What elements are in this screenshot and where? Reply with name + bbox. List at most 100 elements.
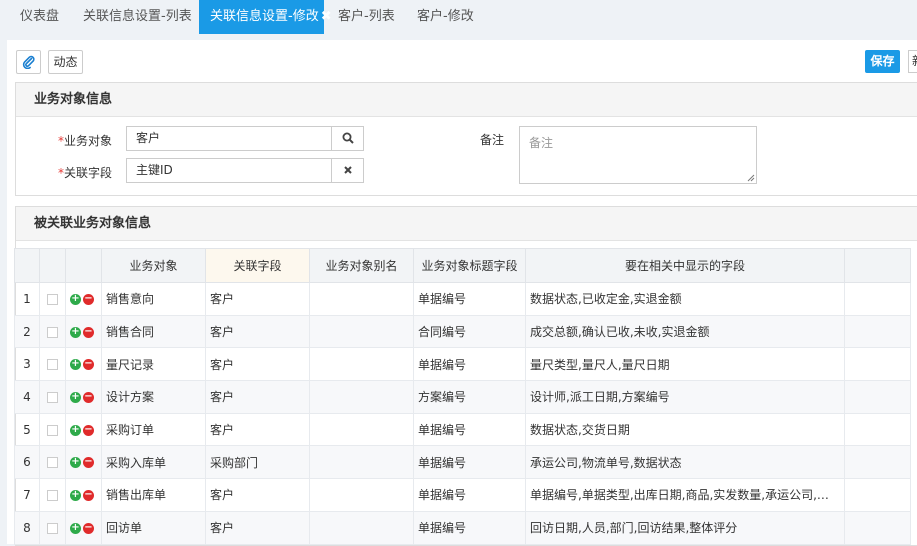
cell-field[interactable]: 采购部门 — [205, 445, 310, 480]
tab-customer-list[interactable]: 客户-列表 — [338, 0, 395, 34]
row-select[interactable] — [39, 445, 66, 480]
add-row-icon[interactable]: + — [70, 293, 81, 305]
cell-display-fields[interactable]: 回访日期,人员,部门,回访结果,整体评分 — [525, 510, 845, 545]
search-button[interactable] — [331, 127, 363, 150]
row-checkbox[interactable] — [47, 457, 58, 469]
cell-title-field[interactable]: 单据编号 — [413, 282, 526, 316]
clear-button[interactable] — [331, 159, 363, 182]
table-row[interactable]: 3 + − 量尺记录 客户 单据编号 量尺类型,量尺人,量尺日期 — [14, 347, 911, 382]
add-row-icon[interactable]: + — [70, 522, 81, 534]
row-checkbox[interactable] — [47, 359, 58, 371]
cell-alias[interactable] — [309, 347, 414, 382]
table-row[interactable]: 2 + − 销售合同 客户 合同编号 成交总额,确认已收,未收,实退金额 — [14, 314, 911, 349]
cell-field[interactable]: 客户 — [205, 314, 310, 349]
remove-row-icon[interactable]: − — [83, 293, 94, 305]
column-header-title-field[interactable]: 业务对象标题字段 — [413, 248, 526, 283]
cell-alias[interactable] — [309, 380, 414, 414]
resize-grip-icon[interactable] — [747, 174, 755, 182]
tab-relation-edit[interactable]: 关联信息设置-修改 ✖ — [199, 0, 332, 34]
row-checkbox[interactable] — [47, 391, 58, 403]
save-button[interactable]: 保存 — [865, 50, 900, 73]
column-header-object[interactable]: 业务对象 — [101, 248, 206, 283]
remove-row-icon[interactable]: − — [83, 522, 94, 534]
cell-field[interactable]: 客户 — [205, 282, 310, 316]
cell-alias[interactable] — [309, 478, 414, 512]
remark-textarea[interactable]: 备注 — [519, 126, 757, 184]
attach-button[interactable] — [16, 50, 41, 74]
cell-object[interactable]: 量尺记录 — [101, 347, 206, 382]
tab-dashboard[interactable]: 仪表盘 — [20, 0, 59, 34]
relation-field-input[interactable]: 主键ID — [126, 158, 364, 183]
cell-title-field[interactable]: 合同编号 — [413, 314, 526, 349]
row-select[interactable] — [39, 412, 66, 447]
add-row-icon[interactable]: + — [70, 489, 81, 501]
cell-object[interactable]: 销售合同 — [101, 314, 206, 349]
new-button[interactable]: 新 — [908, 50, 917, 73]
remove-row-icon[interactable]: − — [83, 326, 94, 338]
column-header-display-fields[interactable]: 要在相关中显示的字段 — [525, 248, 845, 283]
cell-display-fields[interactable]: 承运公司,物流单号,数据状态 — [525, 445, 845, 480]
remove-row-icon[interactable]: − — [83, 457, 94, 469]
row-checkbox[interactable] — [47, 293, 58, 305]
table-row[interactable]: 8 + − 回访单 客户 单据编号 回访日期,人员,部门,回访结果,整体评分 — [14, 510, 911, 545]
cell-title-field[interactable]: 方案编号 — [413, 380, 526, 414]
table-row[interactable]: 5 + − 采购订单 客户 单据编号 数据状态,交货日期 — [14, 412, 911, 447]
cell-alias[interactable] — [309, 314, 414, 349]
row-checkbox[interactable] — [47, 326, 58, 338]
add-row-icon[interactable]: + — [70, 424, 81, 436]
row-select[interactable] — [39, 380, 66, 414]
row-checkbox[interactable] — [47, 522, 58, 534]
remove-row-icon[interactable]: − — [83, 489, 94, 501]
cell-title-field[interactable]: 单据编号 — [413, 445, 526, 480]
close-icon[interactable]: ✖ — [321, 0, 332, 34]
cell-object[interactable]: 采购订单 — [101, 412, 206, 447]
row-select[interactable] — [39, 510, 66, 545]
cell-field[interactable]: 客户 — [205, 412, 310, 447]
table-row[interactable]: 1 + − 销售意向 客户 单据编号 数据状态,已收定金,实退金额 — [14, 282, 911, 316]
column-header-field[interactable]: 关联字段 — [205, 248, 310, 283]
cell-field[interactable]: 客户 — [205, 478, 310, 512]
row-select[interactable] — [39, 347, 66, 382]
remove-row-icon[interactable]: − — [83, 391, 94, 403]
row-select[interactable] — [39, 314, 66, 349]
table-row[interactable]: 7 + − 销售出库单 客户 单据编号 单据编号,单据类型,出库日期,商品,实发数量,承运公… — [14, 478, 911, 512]
dynamic-button[interactable]: 动态 — [48, 50, 83, 74]
remove-row-icon[interactable]: − — [83, 359, 94, 371]
add-row-icon[interactable]: + — [70, 457, 81, 469]
row-checkbox[interactable] — [47, 424, 58, 436]
add-row-icon[interactable]: + — [70, 391, 81, 403]
tab-relation-list[interactable]: 关联信息设置-列表 — [83, 0, 192, 34]
table-row[interactable]: 6 + − 采购入库单 采购部门 单据编号 承运公司,物流单号,数据状态 — [14, 445, 911, 480]
cell-display-fields[interactable]: 成交总额,确认已收,未收,实退金额 — [525, 314, 845, 349]
cell-field[interactable]: 客户 — [205, 510, 310, 545]
cell-object[interactable]: 设计方案 — [101, 380, 206, 414]
cell-display-fields[interactable]: 数据状态,已收定金,实退金额 — [525, 282, 845, 316]
cell-field[interactable]: 客户 — [205, 347, 310, 382]
cell-field[interactable]: 客户 — [205, 380, 310, 414]
cell-display-fields[interactable]: 数据状态,交货日期 — [525, 412, 845, 447]
table-row[interactable]: 4 + − 设计方案 客户 方案编号 设计师,派工日期,方案编号 — [14, 380, 911, 414]
cell-title-field[interactable]: 单据编号 — [413, 412, 526, 447]
cell-alias[interactable] — [309, 412, 414, 447]
row-checkbox[interactable] — [47, 489, 58, 501]
cell-object[interactable]: 回访单 — [101, 510, 206, 545]
cell-title-field[interactable]: 单据编号 — [413, 510, 526, 545]
add-row-icon[interactable]: + — [70, 326, 81, 338]
cell-alias[interactable] — [309, 510, 414, 545]
cell-object[interactable]: 采购入库单 — [101, 445, 206, 480]
business-object-field[interactable]: 客户 — [126, 126, 364, 151]
row-select[interactable] — [39, 478, 66, 512]
cell-display-fields[interactable]: 量尺类型,量尺人,量尺日期 — [525, 347, 845, 382]
add-row-icon[interactable]: + — [70, 359, 81, 371]
cell-title-field[interactable]: 单据编号 — [413, 478, 526, 512]
row-select[interactable] — [39, 282, 66, 316]
cell-object[interactable]: 销售意向 — [101, 282, 206, 316]
cell-object[interactable]: 销售出库单 — [101, 478, 206, 512]
remove-row-icon[interactable]: − — [83, 424, 94, 436]
cell-alias[interactable] — [309, 445, 414, 480]
cell-alias[interactable] — [309, 282, 414, 316]
cell-display-fields[interactable]: 设计师,派工日期,方案编号 — [525, 380, 845, 414]
cell-title-field[interactable]: 单据编号 — [413, 347, 526, 382]
cell-display-fields[interactable]: 单据编号,单据类型,出库日期,商品,实发数量,承运公司,运… — [525, 478, 845, 512]
column-header-alias[interactable]: 业务对象别名 — [309, 248, 414, 283]
